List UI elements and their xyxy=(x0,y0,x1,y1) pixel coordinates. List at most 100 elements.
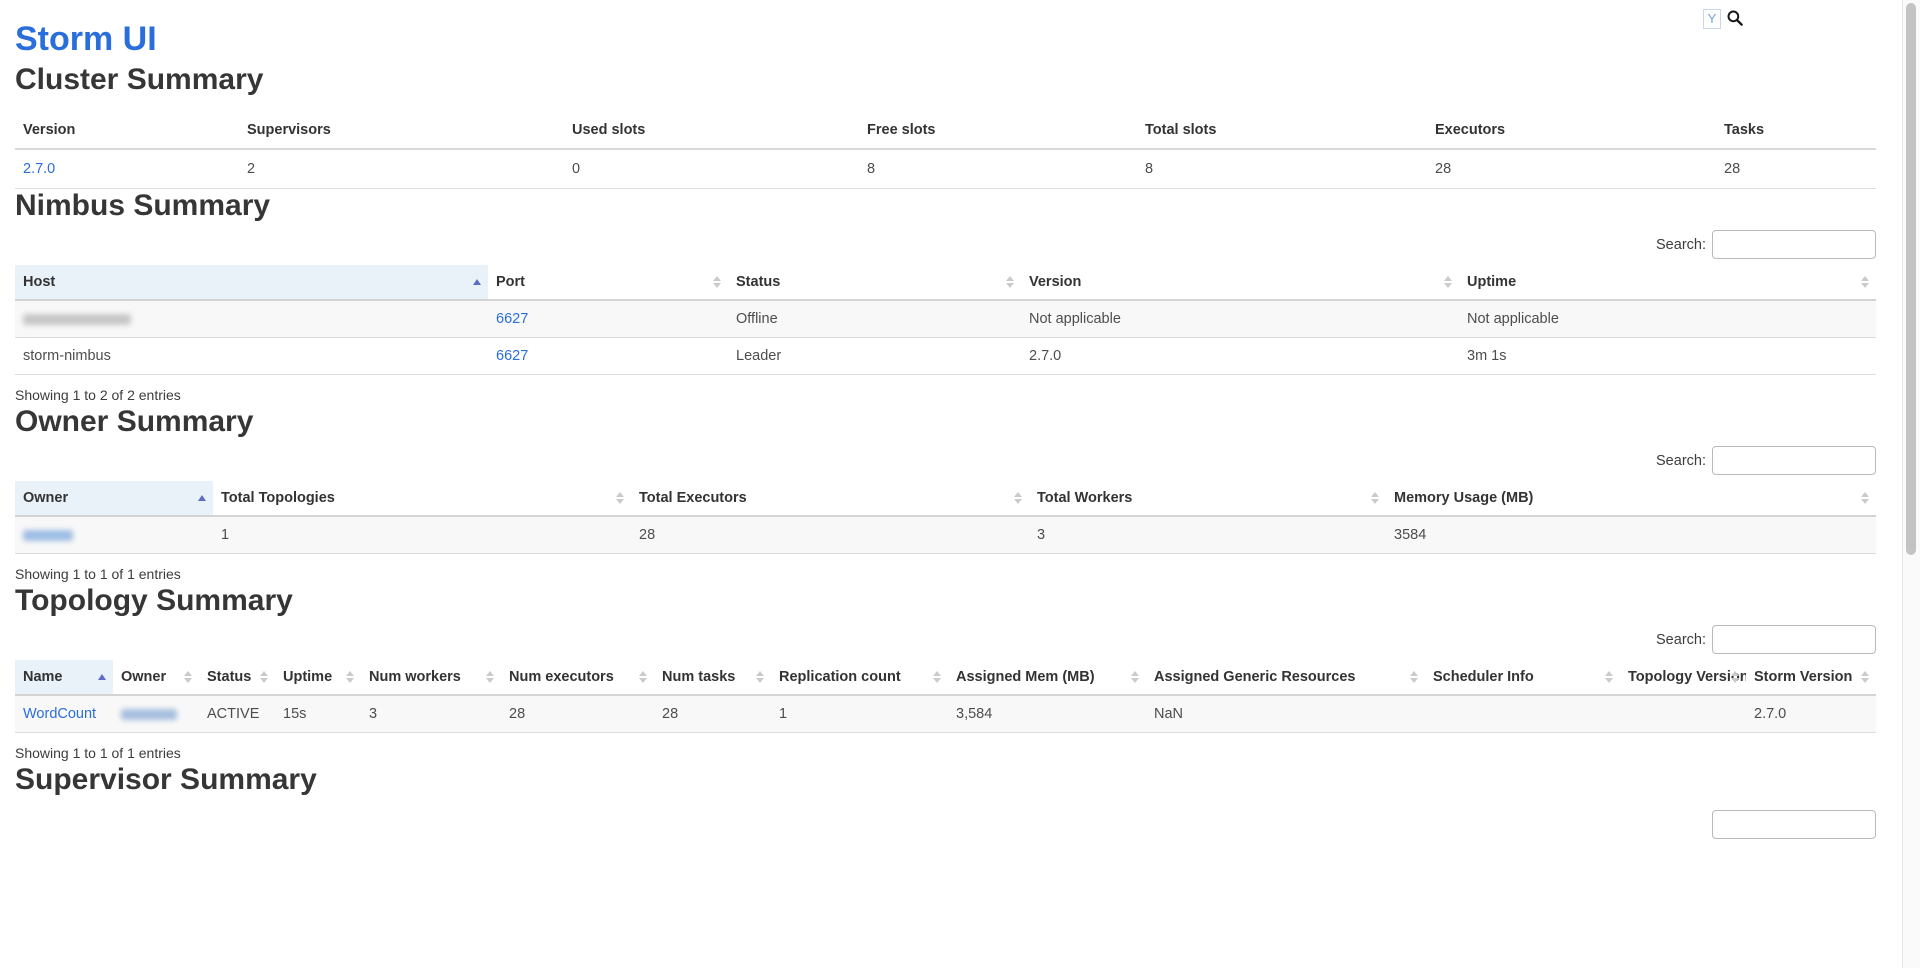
nimbus-uptime-value: Not applicable xyxy=(1459,300,1876,338)
nimbus-version-value: 2.7.0 xyxy=(1021,338,1459,375)
app-title-link[interactable]: Storm UI xyxy=(15,20,157,58)
owner-col-total-executors[interactable]: Total Executors xyxy=(631,481,1029,516)
topology-assigned-mem-value: 3,584 xyxy=(948,695,1146,733)
redacted-owner-link[interactable] xyxy=(121,706,177,722)
topology-replication-count-value: 1 xyxy=(771,695,948,733)
sort-icons xyxy=(260,671,268,683)
sort-icons xyxy=(1861,671,1869,683)
topology-uptime-value: 15s xyxy=(275,695,361,733)
owner-search-input[interactable] xyxy=(1712,446,1876,475)
nimbus-host-value: storm-nimbus xyxy=(15,338,488,375)
sort-asc-icon xyxy=(198,495,206,501)
topology-col-assigned-mem[interactable]: Assigned Mem (MB) xyxy=(948,660,1146,695)
owner-col-memory-usage[interactable]: Memory Usage (MB) xyxy=(1386,481,1876,516)
nimbus-entries-info: Showing 1 to 2 of 2 entries xyxy=(15,387,1876,403)
nimbus-search-label: Search: xyxy=(1656,237,1706,253)
sort-icons xyxy=(639,671,647,683)
sort-icons xyxy=(1861,492,1869,504)
owner-total-topologies-value: 1 xyxy=(213,516,631,554)
nimbus-status-value: Leader xyxy=(728,338,1021,375)
owner-total-workers-value: 3 xyxy=(1029,516,1386,554)
cluster-summary-heading: Cluster Summary xyxy=(15,63,1876,96)
sort-icons xyxy=(616,492,624,504)
topology-col-status[interactable]: Status xyxy=(199,660,275,695)
owner-col-owner[interactable]: Owner xyxy=(15,481,213,516)
topology-summary-heading: Topology Summary xyxy=(15,584,1876,617)
topology-num-workers-value: 3 xyxy=(361,695,501,733)
nimbus-uptime-value: 3m 1s xyxy=(1459,338,1876,375)
topology-col-num-tasks[interactable]: Num tasks xyxy=(654,660,771,695)
nimbus-summary-heading: Nimbus Summary xyxy=(15,189,1876,222)
sort-icons xyxy=(713,276,721,288)
cluster-free-slots-value: 8 xyxy=(859,149,1137,189)
supervisor-summary-heading: Supervisor Summary xyxy=(15,763,1876,796)
owner-col-total-topologies[interactable]: Total Topologies xyxy=(213,481,631,516)
topology-scheduler-info-value xyxy=(1425,695,1620,733)
cluster-tasks-value: 28 xyxy=(1716,149,1876,189)
sort-icons xyxy=(1444,276,1452,288)
topology-col-name[interactable]: Name xyxy=(15,660,113,695)
nimbus-col-version[interactable]: Version xyxy=(1021,265,1459,300)
nimbus-version-value: Not applicable xyxy=(1021,300,1459,338)
topology-num-executors-value: 28 xyxy=(501,695,654,733)
sort-icons xyxy=(1605,671,1613,683)
cluster-total-slots-value: 8 xyxy=(1137,149,1427,189)
topology-col-assigned-generic-resources[interactable]: Assigned Generic Resources xyxy=(1146,660,1425,695)
nimbus-col-uptime[interactable]: Uptime xyxy=(1459,265,1876,300)
sort-icons xyxy=(1014,492,1022,504)
cluster-summary-table: Version Supervisors Used slots Free slot… xyxy=(15,112,1876,189)
scrollbar-thumb[interactable] xyxy=(1906,3,1916,555)
sort-icons xyxy=(184,671,192,683)
topology-col-owner[interactable]: Owner xyxy=(113,660,199,695)
scrollbar-track[interactable] xyxy=(1902,0,1920,968)
nimbus-row-leader: storm-nimbus 6627 Leader 2.7.0 3m 1s xyxy=(15,338,1876,375)
topology-col-num-workers[interactable]: Num workers xyxy=(361,660,501,695)
owner-entries-info: Showing 1 to 1 of 1 entries xyxy=(15,566,1876,582)
cluster-row: 2.7.0 2 0 8 8 28 28 xyxy=(15,149,1876,189)
topology-entries-info: Showing 1 to 1 of 1 entries xyxy=(15,745,1876,761)
cluster-executors-value: 28 xyxy=(1427,149,1716,189)
nimbus-row-offline: 6627 Offline Not applicable Not applicab… xyxy=(15,300,1876,338)
sort-icons xyxy=(933,671,941,683)
sort-icons xyxy=(346,671,354,683)
nimbus-status-value: Offline xyxy=(728,300,1021,338)
owner-col-total-workers[interactable]: Total Workers xyxy=(1029,481,1386,516)
sort-icons xyxy=(1006,276,1014,288)
owner-summary-heading: Owner Summary xyxy=(15,405,1876,438)
cluster-col-supervisors: Supervisors xyxy=(239,112,564,149)
topology-name-link[interactable]: WordCount xyxy=(23,706,96,722)
nimbus-port-link[interactable]: 6627 xyxy=(496,311,528,327)
cluster-supervisors-value: 2 xyxy=(239,149,564,189)
topology-summary-table: Name Owner Status Uptime Num workers xyxy=(15,660,1876,733)
topology-col-num-executors[interactable]: Num executors xyxy=(501,660,654,695)
nimbus-col-host[interactable]: Host xyxy=(15,265,488,300)
cluster-col-version: Version xyxy=(15,112,239,149)
nimbus-port-link[interactable]: 6627 xyxy=(496,348,528,364)
sort-icons xyxy=(1371,492,1379,504)
topology-col-scheduler-info[interactable]: Scheduler Info xyxy=(1425,660,1620,695)
sort-asc-icon xyxy=(98,674,106,680)
nimbus-search-input[interactable] xyxy=(1712,230,1876,259)
cluster-col-total-slots: Total slots xyxy=(1137,112,1427,149)
cluster-used-slots-value: 0 xyxy=(564,149,859,189)
owner-search-label: Search: xyxy=(1656,453,1706,469)
topology-col-replication-count[interactable]: Replication count xyxy=(771,660,948,695)
nimbus-col-port[interactable]: Port xyxy=(488,265,728,300)
topology-assigned-generic-resources-value: NaN xyxy=(1146,695,1425,733)
supervisor-search-input[interactable] xyxy=(1712,810,1876,839)
nimbus-col-status[interactable]: Status xyxy=(728,265,1021,300)
topology-search-label: Search: xyxy=(1656,632,1706,648)
cluster-version-link[interactable]: 2.7.0 xyxy=(23,161,55,177)
cluster-col-tasks: Tasks xyxy=(1716,112,1876,149)
topology-col-topology-version[interactable]: Topology Version xyxy=(1620,660,1746,695)
owner-row: 1 28 3 3584 xyxy=(15,516,1876,554)
cluster-col-free-slots: Free slots xyxy=(859,112,1137,149)
redacted-host xyxy=(23,314,131,325)
redacted-owner-link[interactable] xyxy=(23,527,73,543)
topology-storm-version-value: 2.7.0 xyxy=(1746,695,1876,733)
topology-search-input[interactable] xyxy=(1712,625,1876,654)
redacted-owner xyxy=(23,530,73,541)
topology-col-storm-version[interactable]: Storm Version xyxy=(1746,660,1876,695)
topology-row-wordcount: WordCount ACTIVE 15s 3 28 28 1 3,584 NaN… xyxy=(15,695,1876,733)
topology-col-uptime[interactable]: Uptime xyxy=(275,660,361,695)
